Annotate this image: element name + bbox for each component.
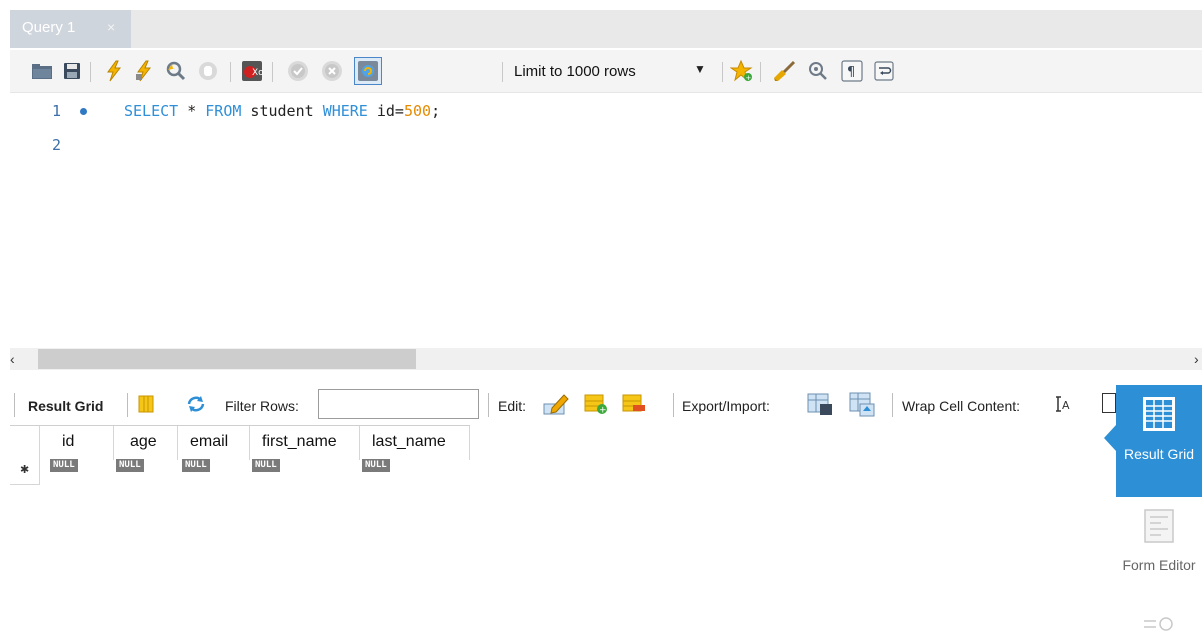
column-header-id[interactable]: id — [40, 426, 114, 460]
grid-header: id age email first_name last_name — [10, 425, 470, 460]
toolbar-separator — [502, 62, 503, 82]
sql-editor[interactable]: 1 2 SELECT * FROM student WHERE id=500; — [10, 93, 1202, 348]
export-import-label: Export/Import: — [682, 398, 770, 414]
toolbar-separator — [90, 62, 91, 82]
beautify-icon[interactable] — [772, 59, 796, 83]
toolbar-separator — [892, 393, 893, 417]
result-toolbar: Result Grid Filter Rows: Edit: + Export/… — [10, 380, 1116, 428]
toggle-error-icon[interactable]: Xo — [240, 59, 264, 83]
invisible-chars-icon[interactable]: ¶ — [840, 59, 864, 83]
dropdown-arrow-icon: ▼ — [694, 62, 706, 76]
result-grid[interactable]: ✱ id age email first_name last_name NULL… — [10, 425, 1116, 633]
open-folder-icon[interactable] — [30, 59, 54, 83]
svg-text:A: A — [1062, 399, 1070, 412]
sql-text: ; — [431, 102, 441, 120]
field-types-icon[interactable] — [1142, 613, 1176, 633]
toolbar-separator — [760, 62, 761, 82]
statement-marker-icon — [80, 108, 87, 115]
edit-label: Edit: — [498, 398, 527, 414]
column-toggle-icon[interactable] — [138, 395, 154, 416]
autocommit-icon[interactable] — [354, 57, 382, 85]
sql-editor-toolbar: Xo Limit to 1000 rows ▼ + ¶ — [10, 50, 1202, 93]
line-number: 2 — [52, 136, 62, 154]
insert-row-icon[interactable]: + — [584, 393, 608, 418]
toolbar-separator — [488, 393, 489, 417]
toolbar-separator — [272, 62, 273, 82]
sql-keyword: SELECT — [124, 102, 179, 120]
svg-text:+: + — [746, 74, 752, 82]
bookmark-icon[interactable]: + — [730, 59, 754, 83]
explain-icon[interactable] — [164, 59, 188, 83]
toolbar-separator — [127, 393, 128, 417]
column-header-first-name[interactable]: first_name — [250, 426, 360, 460]
sql-keyword: FROM — [205, 102, 242, 120]
tab-title: Query 1 — [22, 19, 76, 36]
sql-code-line[interactable]: SELECT * FROM student WHERE id=500; — [124, 102, 440, 120]
toolbar-separator — [230, 62, 231, 82]
column-header-email[interactable]: email — [178, 426, 250, 460]
rollback-icon[interactable] — [320, 59, 344, 83]
result-grid-tab[interactable]: Result Grid — [28, 398, 103, 414]
execute-current-icon[interactable] — [132, 59, 156, 83]
new-row-marker-icon: ✱ — [20, 464, 30, 476]
execute-icon[interactable] — [102, 59, 126, 83]
limit-rows-label: Limit to 1000 rows — [514, 63, 636, 80]
filter-rows-label: Filter Rows: — [225, 398, 299, 414]
result-grid-icon — [1143, 397, 1175, 431]
form-editor-icon — [1144, 509, 1174, 543]
sql-text: id= — [367, 102, 404, 120]
import-icon[interactable] — [848, 391, 876, 420]
sql-text: * — [178, 102, 206, 120]
toolbar-separator — [673, 393, 674, 417]
scroll-right-icon[interactable]: › — [1194, 351, 1199, 367]
null-value-badge[interactable]: NULL — [362, 459, 390, 472]
sql-text: student — [241, 102, 323, 120]
null-value-badge[interactable]: NULL — [50, 459, 78, 472]
limit-rows-select[interactable]: Limit to 1000 rows ▼ — [514, 58, 714, 84]
svg-text:+: + — [599, 406, 607, 416]
close-icon[interactable]: × — [107, 19, 115, 35]
sql-keyword: WHERE — [322, 102, 368, 120]
export-icon[interactable] — [806, 392, 834, 419]
active-indicator — [1104, 425, 1116, 451]
sql-number: 500 — [403, 102, 432, 120]
tab-strip-background — [10, 10, 1202, 48]
toolbar-separator — [722, 62, 723, 82]
tab-strip: Query 1 × — [0, 0, 1202, 48]
null-value-badge[interactable]: NULL — [116, 459, 144, 472]
result-side-panel: Result Grid Form Editor — [1104, 385, 1202, 633]
stop-icon[interactable] — [196, 59, 220, 83]
null-value-badge[interactable]: NULL — [252, 459, 280, 472]
svg-text:¶: ¶ — [847, 65, 855, 80]
tab-query-1[interactable]: Query 1 × — [10, 10, 131, 48]
delete-row-icon[interactable] — [622, 393, 646, 418]
line-number: 1 — [52, 102, 62, 120]
side-result-grid-label: Result Grid — [1123, 446, 1195, 462]
side-form-editor-label: Form Editor — [1122, 557, 1196, 573]
filter-rows-input[interactable] — [318, 389, 479, 419]
wrap-icon[interactable] — [872, 59, 896, 83]
wrap-cell-content-label: Wrap Cell Content: — [902, 398, 1021, 414]
commit-icon[interactable] — [286, 59, 310, 83]
scroll-left-icon[interactable]: ‹ — [10, 351, 15, 367]
svg-text:Xo: Xo — [252, 68, 263, 78]
save-icon[interactable] — [60, 59, 84, 83]
side-result-grid-button[interactable]: Result Grid — [1104, 385, 1202, 497]
wrap-cell-icon[interactable]: A — [1056, 395, 1074, 416]
find-icon[interactable] — [806, 59, 830, 83]
edit-row-icon[interactable] — [542, 392, 570, 419]
scroll-thumb[interactable] — [38, 349, 416, 369]
column-header-last-name[interactable]: last_name — [360, 426, 470, 460]
wrap-cell-checkbox[interactable] — [1102, 393, 1116, 413]
column-header-age[interactable]: age — [114, 426, 178, 460]
editor-horizontal-scrollbar[interactable]: ‹ › — [10, 348, 1202, 370]
refresh-icon[interactable] — [186, 395, 206, 416]
toolbar-separator — [14, 393, 15, 417]
null-value-badge[interactable]: NULL — [182, 459, 210, 472]
